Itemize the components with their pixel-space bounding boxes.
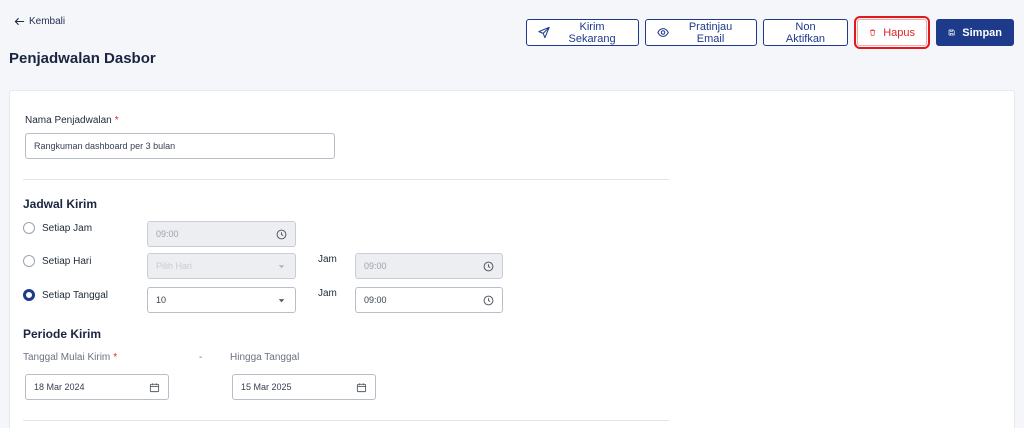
preview-email-button[interactable]: Pratinjau Email — [645, 19, 757, 46]
back-link[interactable]: Kembali — [14, 16, 65, 27]
divider — [23, 179, 669, 180]
schedule-name-value: Rangkuman dashboard per 3 bulan — [34, 141, 176, 151]
date-time-input[interactable]: 09:00 — [355, 287, 503, 313]
chevron-down-icon — [278, 298, 285, 302]
jam-label: Jam — [318, 254, 337, 265]
chevron-down-icon — [278, 264, 285, 268]
date-select-value: 10 — [156, 295, 167, 305]
trash-icon — [870, 29, 876, 36]
save-button[interactable]: Simpan — [936, 19, 1014, 46]
divider — [23, 420, 669, 421]
calendar-icon — [149, 382, 160, 392]
back-label: Kembali — [29, 16, 66, 27]
daily-time-value: 09:00 — [364, 261, 387, 271]
deactivate-button[interactable]: Non Aktifkan — [763, 19, 848, 46]
date-separator: - — [199, 352, 203, 363]
radio-every-hour[interactable]: Setiap Jam — [23, 222, 92, 234]
radio-every-day[interactable]: Setiap Hari — [23, 255, 91, 267]
schedule-name-input[interactable]: Rangkuman dashboard per 3 bulan — [25, 133, 335, 159]
required-mark: * — [114, 115, 119, 126]
schedule-section-title: Jadwal Kirim — [23, 197, 98, 211]
required-mark: * — [113, 352, 118, 363]
arrow-left-icon — [14, 17, 25, 26]
radio-label: Setiap Hari — [42, 255, 92, 267]
radio-every-date[interactable]: Setiap Tanggal — [23, 289, 108, 301]
radio-label: Setiap Jam — [42, 222, 93, 234]
radio-circle[interactable] — [23, 222, 35, 234]
daily-time-input[interactable]: 09:00 — [355, 253, 503, 279]
start-date-input[interactable]: 18 Mar 2024 — [25, 374, 169, 400]
day-select-placeholder: Pilih Hari — [156, 261, 193, 271]
save-label: Simpan — [962, 26, 1002, 39]
start-date-value: 18 Mar 2024 — [34, 382, 85, 392]
schedule-form-card: Nama Penjadwalan * Rangkuman dashboard pe… — [9, 90, 1015, 428]
start-date-label: Tanggal Mulai Kirim * — [23, 352, 118, 363]
save-icon — [948, 29, 955, 36]
hourly-time-value: 09:00 — [156, 229, 179, 239]
jam-label: Jam — [318, 288, 337, 299]
day-select[interactable]: Pilih Hari — [147, 253, 296, 279]
page-title: Penjadwalan Dasbor — [9, 50, 156, 67]
clock-icon — [483, 261, 494, 271]
eye-icon — [657, 28, 669, 37]
date-time-value: 09:00 — [364, 295, 387, 305]
send-now-label: Kirim Sekarang — [568, 20, 616, 45]
clock-icon — [483, 295, 494, 305]
radio-label: Setiap Tanggal — [42, 289, 108, 301]
delete-button[interactable]: Hapus — [854, 16, 930, 49]
period-section-title: Periode Kirim — [23, 327, 102, 341]
end-date-value: 15 Mar 2025 — [241, 382, 292, 392]
send-now-button[interactable]: Kirim Sekarang — [526, 19, 639, 46]
end-date-label: Hingga Tanggal — [230, 352, 300, 363]
date-select[interactable]: 10 — [147, 287, 296, 313]
toolbar: Kirim Sekarang Pratinjau Email Non Aktif… — [526, 16, 1014, 49]
hourly-time-input[interactable]: 09:00 — [147, 221, 296, 247]
clock-icon — [276, 229, 287, 239]
radio-circle-selected[interactable] — [23, 289, 35, 301]
calendar-icon — [356, 382, 367, 392]
schedule-name-label: Nama Penjadwalan * — [25, 115, 119, 126]
preview-email-label: Pratinjau Email — [688, 20, 733, 45]
end-date-input[interactable]: 15 Mar 2025 — [232, 374, 376, 400]
send-icon — [538, 26, 550, 39]
radio-circle[interactable] — [23, 255, 35, 267]
delete-label: Hapus — [883, 26, 915, 39]
